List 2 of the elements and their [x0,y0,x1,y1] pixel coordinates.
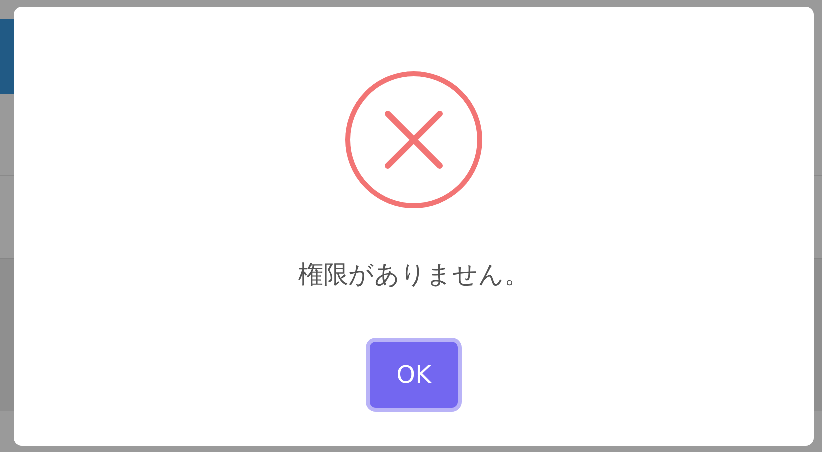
ok-button[interactable]: OK [370,342,458,408]
dialog-message: 権限がありません。 [298,260,530,290]
